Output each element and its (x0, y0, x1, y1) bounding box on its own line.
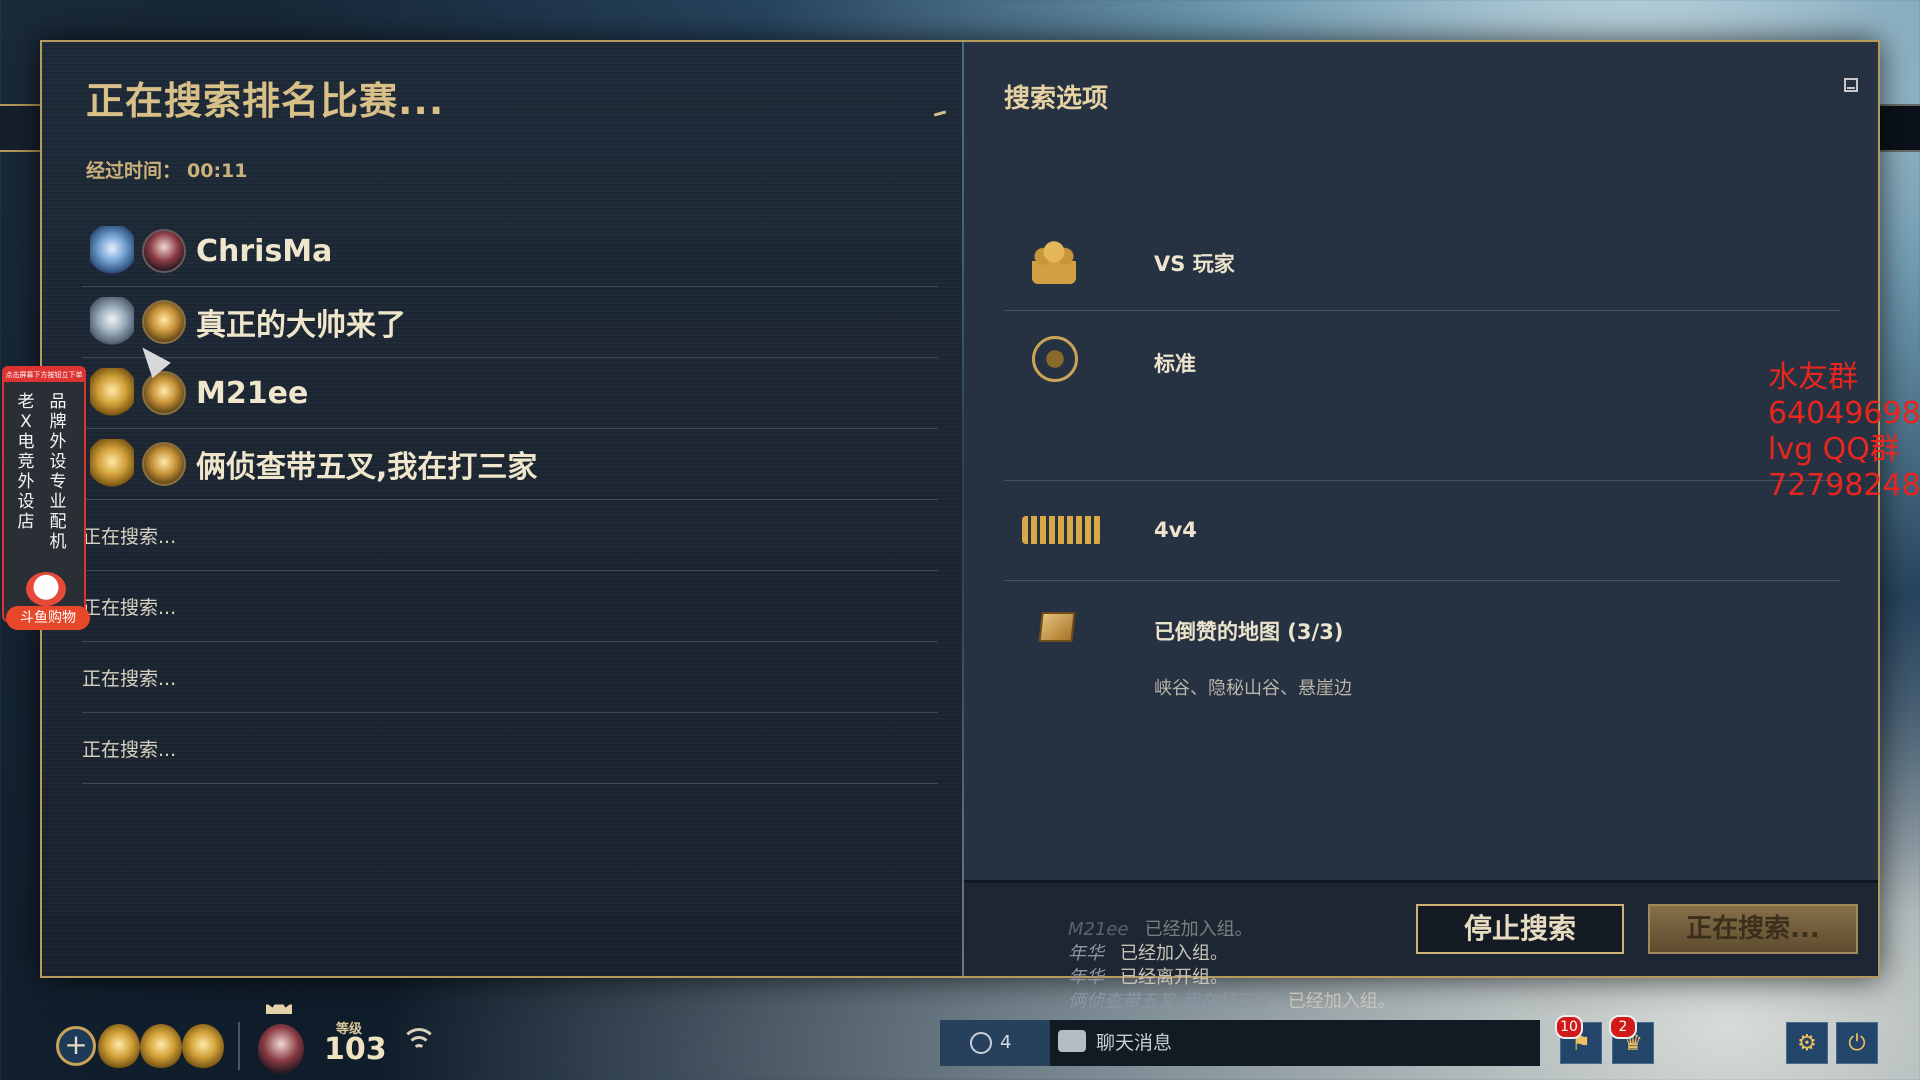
avatar (142, 229, 186, 273)
searching-text: 正在搜索... (82, 596, 177, 619)
watermark-line: 727982481 (1768, 468, 1920, 503)
chat-text: 已经加入组。 (1287, 991, 1396, 1012)
players-icon (1032, 238, 1076, 284)
notification-badge: 10 (1555, 1015, 1583, 1039)
bottom-bar: + 等级 103 4 聊天消息 ⚑ 10 ♛ 2 ⚙ ⏻ (0, 998, 1920, 1080)
wifi-icon (401, 1028, 437, 1056)
option-label: 4v4 (1154, 518, 1197, 542)
rank-emblem-icon (90, 297, 134, 347)
avatar[interactable] (258, 1024, 304, 1074)
watermark-line: 640496987 (1768, 396, 1920, 431)
team-size-icon (1022, 516, 1102, 544)
option-mode: VS 玩家 (1004, 210, 1840, 311)
stream-watermark: 水友群 640496987 lvg QQ群 727982481 (1768, 360, 1920, 504)
rank-emblem-icon (90, 439, 134, 489)
elapsed-value: 00:11 (187, 160, 248, 182)
party-panel: 正在搜索排名比赛... 经过时间： 00:11 ChrisMa 真正的大帅来了 M… (42, 42, 962, 976)
matchmaking-dialog: 正在搜索排名比赛... 经过时间： 00:11 ChrisMa 真正的大帅来了 M… (40, 40, 1880, 978)
avatar (142, 442, 186, 486)
medal-icon (98, 1024, 140, 1070)
option-label: 已倒赞的地图 (3/3) (1154, 620, 1344, 644)
player-name: ChrisMa (196, 233, 333, 269)
party-slot[interactable]: 真正的大帅来了 (82, 287, 938, 358)
ad-text-shop: 老X电竞外设店 (17, 392, 35, 532)
medal-icon (182, 1024, 224, 1070)
search-options-panel: 搜索选项 VS 玩家 标准 4v4 已倒赞的地图 (3/3) 峡谷、隐秘山谷、悬… (964, 42, 1878, 880)
ad-footer: 斗鱼购物 (6, 606, 90, 630)
friends-button[interactable]: 4 (940, 1020, 1050, 1066)
watermark-line: lvg QQ群 (1768, 432, 1900, 467)
background-panel-edge-right (1878, 104, 1920, 152)
crown-icon (266, 998, 292, 1014)
notifications-button[interactable]: ⚑ 10 (1555, 1015, 1602, 1064)
decorative-tick (933, 110, 947, 117)
searching-text: 正在搜索... (82, 525, 177, 548)
chat-text: 已经加入组。 (1144, 919, 1253, 940)
avatar (142, 371, 186, 415)
chat-input[interactable]: 聊天消息 (1050, 1020, 1540, 1066)
searching-text: 正在搜索... (82, 667, 177, 690)
watermark-line: 水友群 (1768, 360, 1858, 395)
map-icon (1038, 612, 1076, 642)
chat-name: M21ee (1068, 919, 1129, 940)
mascot-icon (26, 572, 66, 606)
player-name: 真正的大帅来了 (196, 308, 406, 343)
searching-text: 正在搜索... (82, 738, 177, 761)
rewards-button[interactable]: ♛ 2 (1609, 1015, 1654, 1064)
rank-emblem-icon (90, 226, 134, 276)
power-button[interactable]: ⏻ (1836, 1022, 1878, 1064)
vetoed-maps-list: 峡谷、隐秘山谷、悬崖边 (1154, 678, 1352, 699)
searching-status-button: 正在搜索... (1648, 904, 1858, 954)
chat-text: 已经离开组。 (1120, 967, 1228, 988)
settings-button[interactable]: ⚙ (1786, 1022, 1828, 1064)
chat-name: 年华 (1068, 943, 1104, 964)
chat-text: 已经加入组。 (1120, 943, 1228, 964)
level-value: 103 (324, 1032, 387, 1067)
avatar (142, 300, 186, 344)
empty-slot: 正在搜索... (82, 642, 938, 713)
minimize-icon[interactable] (1844, 78, 1858, 92)
player-name: 俩侦查带五叉,我在打三家 (196, 450, 538, 485)
empty-slot: 正在搜索... (82, 713, 938, 784)
rank-emblem-icon (90, 368, 134, 418)
party-slot[interactable]: ChrisMa (82, 216, 938, 287)
ad-text-slogan: 品牌外设 专业配机 (49, 392, 67, 552)
add-button[interactable]: + (56, 1026, 96, 1066)
player-name: M21ee (196, 375, 309, 411)
stop-search-button[interactable]: 停止搜索 (1416, 904, 1624, 954)
reward-badge: 2 (1609, 1015, 1637, 1039)
chat-placeholder: 聊天消息 (1096, 1032, 1173, 1054)
party-slot[interactable]: M21ee (82, 358, 938, 429)
empty-slot: 正在搜索... (82, 571, 938, 642)
option-ruleset: 标准 (1004, 312, 1840, 481)
options-title: 搜索选项 (1004, 84, 1109, 114)
ad-header: 点击屏幕下方按钮立下单 (4, 368, 84, 382)
friends-count: 4 (1000, 1032, 1012, 1053)
medal-icon (140, 1024, 182, 1070)
party-slots: ChrisMa 真正的大帅来了 M21ee 俩侦查带五叉,我在打三家 正在搜索.… (82, 216, 938, 784)
party-slot[interactable]: 俩侦查带五叉,我在打三家 (82, 429, 938, 500)
option-label: VS 玩家 (1154, 252, 1235, 276)
chat-bubble-icon (1058, 1030, 1086, 1052)
page-title: 正在搜索排名比赛... (86, 79, 445, 123)
chat-name: 年华 (1068, 967, 1104, 988)
chat-log: M21ee 已经加入组。 年华 已经加入组。 年华 已经离开组。 俩侦查带五叉,我在打… (1068, 918, 1396, 1014)
empty-slot: 正在搜索... (82, 500, 938, 571)
elapsed-label: 经过时间： (86, 160, 182, 182)
option-label: 标准 (1154, 352, 1196, 376)
chat-name: 俩侦查带五叉,我在打三家 (1068, 991, 1272, 1012)
gear-icon: ⚙ (1797, 1031, 1817, 1056)
friends-icon (970, 1032, 992, 1054)
divider (238, 1022, 240, 1070)
chat-line: M21ee 已经加入组。 (1068, 918, 1396, 942)
background-panel-edge (0, 104, 42, 152)
option-team-size: 4v4 (1004, 482, 1840, 581)
stream-overlay-ad[interactable]: 点击屏幕下方按钮立下单 老X电竞外设店 品牌外设 专业配机 斗鱼购物 (2, 366, 90, 630)
power-icon: ⏻ (1848, 1031, 1866, 1056)
option-maps: 已倒赞的地图 (3/3) 峡谷、隐秘山谷、悬崖边 (1004, 582, 1840, 702)
chat-line: 年华 已经加入组。 (1068, 942, 1396, 966)
elapsed-time: 经过时间： 00:11 (86, 156, 248, 183)
chat-line: 年华 已经离开组。 (1068, 966, 1396, 990)
shield-icon (1032, 336, 1078, 382)
